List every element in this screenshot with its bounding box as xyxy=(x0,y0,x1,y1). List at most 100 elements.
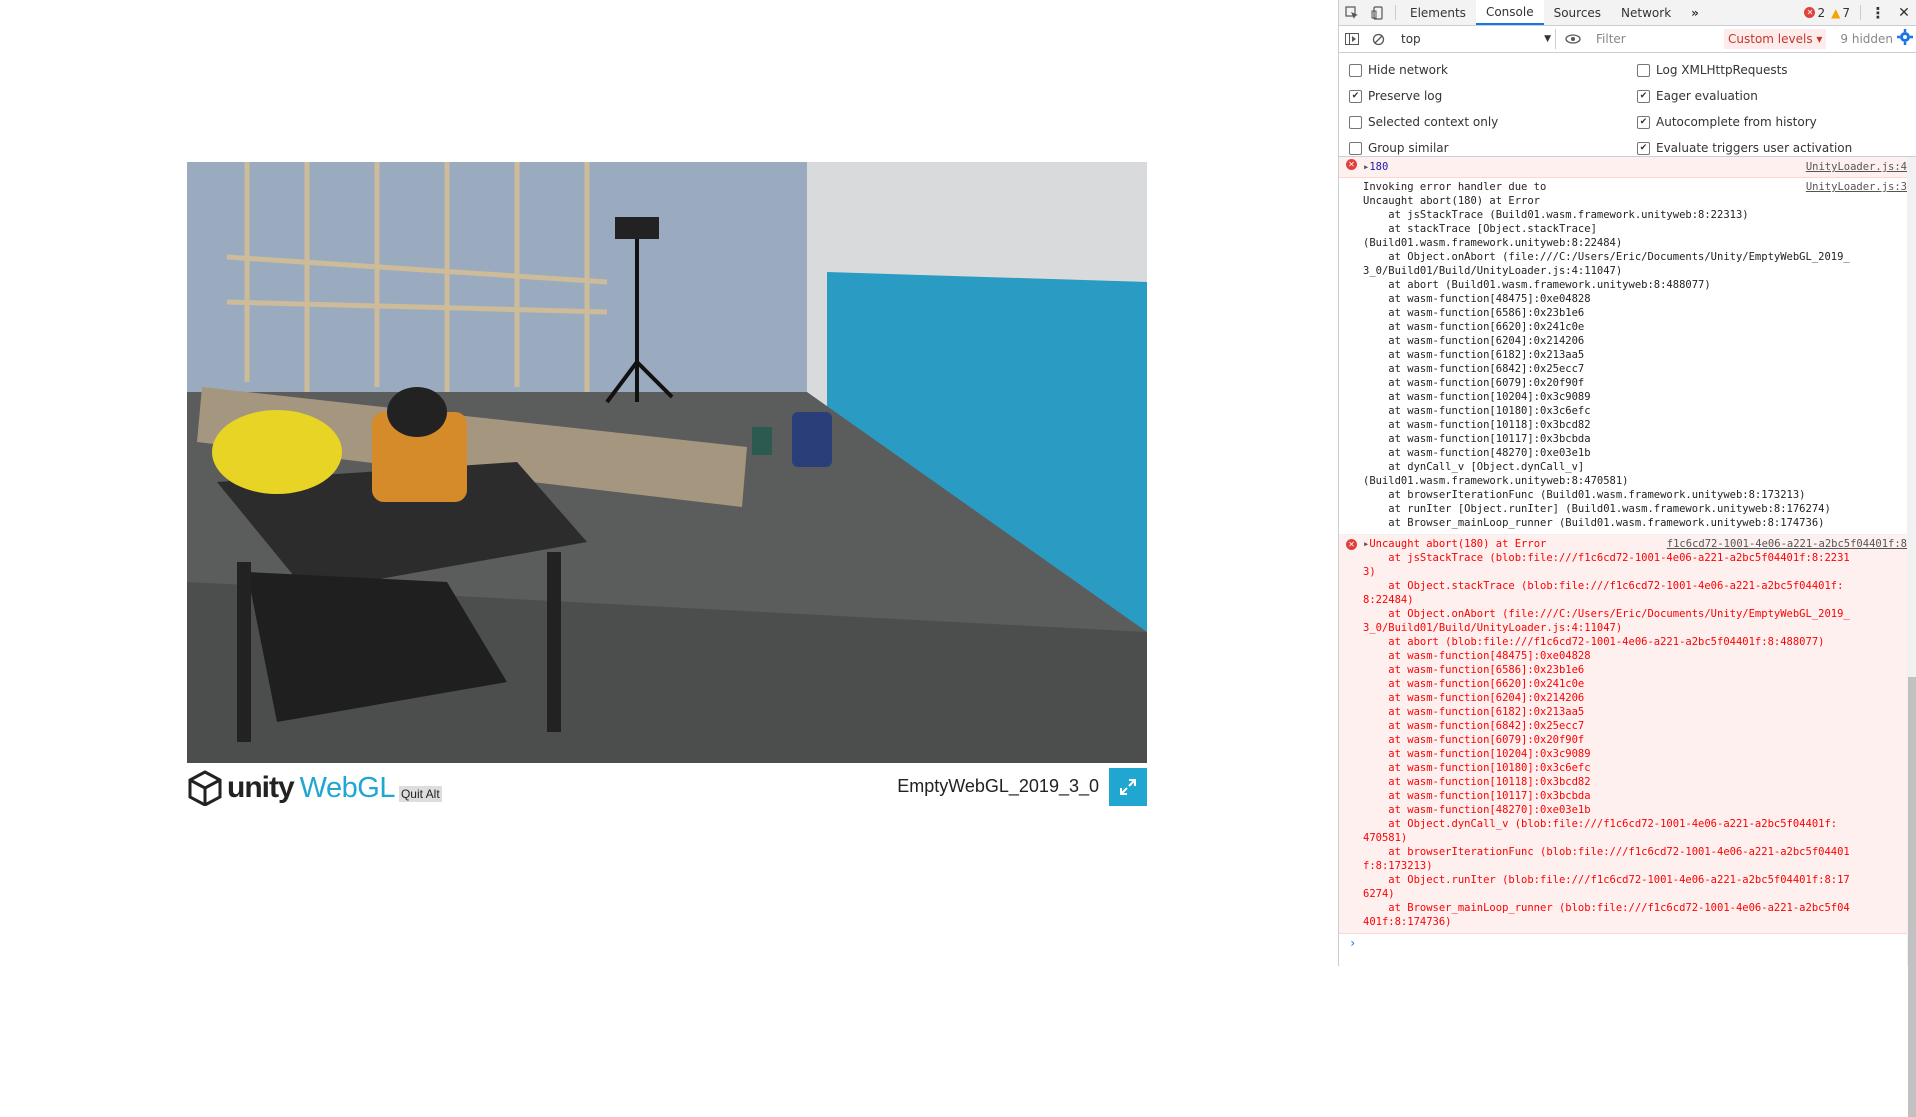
logo-unity-text: unity xyxy=(227,771,295,804)
stack-trace-line: at wasm-function[6079]:0x20f90f xyxy=(1363,734,1585,746)
stack-trace-line: 3) xyxy=(1363,566,1376,578)
checkbox[interactable]: ✔ xyxy=(1349,89,1362,103)
fullscreen-button[interactable] xyxy=(1109,768,1147,806)
stack-trace-line: at runIter [Object.runIter] (Build01.was… xyxy=(1363,503,1831,515)
stack-trace-line: at abort (blob:file:///f1c6cd72-1001-4e0… xyxy=(1363,636,1825,648)
option-label: Selected context only xyxy=(1368,115,1499,129)
stack-trace-line: at Object.stackTrace (blob:file:///f1c6c… xyxy=(1363,580,1844,592)
console-output[interactable]: ✕ ▸180 UnityLoader.js:4 UnityLoader.js:3… xyxy=(1339,157,1907,966)
game-title: EmptyWebGL_2019_3_0 xyxy=(897,776,1099,796)
option-label: Hide network xyxy=(1368,63,1448,77)
warning-counter[interactable]: ▲ 7 xyxy=(1831,6,1850,20)
error-icon: ✕ xyxy=(1346,159,1357,170)
error-counter[interactable]: ✕ 2 xyxy=(1804,6,1825,20)
stack-trace-line: at abort (Build01.wasm.framework.unitywe… xyxy=(1363,279,1711,291)
stack-trace-line: at jsStackTrace (blob:file:///f1c6cd72-1… xyxy=(1363,552,1850,564)
game-scene xyxy=(187,162,1147,763)
stack-trace: at jsStackTrace (blob:file:///f1c6cd72-1… xyxy=(1339,551,1907,929)
hidden-count: 9 hidden xyxy=(1840,32,1894,46)
quit-alt-label: Quit Alt xyxy=(398,786,442,802)
warning-icon: ▲ xyxy=(1831,5,1841,20)
stack-trace-line: at wasm-function[10204]:0x3c9089 xyxy=(1363,391,1591,403)
stack-trace-line: at wasm-function[6620]:0x241c0e xyxy=(1363,678,1585,690)
option-selected-context-only[interactable]: Selected context only xyxy=(1349,115,1498,129)
stack-trace-line: at wasm-function[10117]:0x3bcbda xyxy=(1363,790,1591,802)
option-log-xmlhttprequests[interactable]: Log XMLHttpRequests xyxy=(1637,63,1788,77)
stack-trace-line: at Object.dynCall_v (blob:file:///f1c6cd… xyxy=(1363,818,1838,830)
sidebar-toggle-icon[interactable] xyxy=(1339,33,1365,45)
stack-trace-line: at wasm-function[10180]:0x3c6efc xyxy=(1363,762,1591,774)
console-error-message[interactable]: ✕ ▸180 UnityLoader.js:4 xyxy=(1339,157,1907,178)
option-label: Eager evaluation xyxy=(1656,89,1758,103)
stack-trace-line: 3_0/Build01/Build/UnityLoader.js:4:11047… xyxy=(1363,622,1623,634)
option-eager-evaluation[interactable]: ✔ Eager evaluation xyxy=(1637,89,1758,103)
tab-sources[interactable]: Sources xyxy=(1544,0,1611,25)
stack-trace-line: (Build01.wasm.framework.unityweb:8:47058… xyxy=(1363,475,1629,487)
tab-separator xyxy=(1395,5,1396,20)
stack-trace: Invoking error handler due to Uncaught ab… xyxy=(1339,180,1907,530)
console-toolbar: top ▼ Custom levels ▾ 9 hidden xyxy=(1339,26,1916,53)
inspect-element-icon[interactable] xyxy=(1339,0,1365,25)
stack-trace-line: 3_0/Build01/Build/UnityLoader.js:4:11047… xyxy=(1363,265,1623,277)
filter-input[interactable] xyxy=(1592,30,1720,48)
stack-trace-line: 6274) xyxy=(1363,888,1395,900)
tab-network[interactable]: Network xyxy=(1611,0,1681,25)
option-group-similar[interactable]: Group similar xyxy=(1349,141,1449,155)
option-hide-network[interactable]: Hide network xyxy=(1349,63,1448,77)
log-levels-dropdown[interactable]: Custom levels ▾ xyxy=(1724,29,1827,49)
stack-trace-line: at wasm-function[6204]:0x214206 xyxy=(1363,692,1585,704)
checkbox[interactable]: ✔ xyxy=(1637,89,1650,103)
stack-trace-line: f:8:173213) xyxy=(1363,860,1433,872)
stack-trace-line: at wasm-function[6842]:0x25ecc7 xyxy=(1363,363,1585,375)
option-autocomplete-from-history[interactable]: ✔ Autocomplete from history xyxy=(1637,115,1817,129)
stack-trace-line: at wasm-function[48475]:0xe04828 xyxy=(1363,293,1591,305)
dropdown-arrow-icon: ▼ xyxy=(1544,34,1551,44)
stack-trace-line: at jsStackTrace (Build01.wasm.framework.… xyxy=(1363,209,1749,221)
stack-trace-line: at wasm-function[6182]:0x213aa5 xyxy=(1363,706,1585,718)
source-link[interactable]: f1c6cd72-1001-4e06-a221-a2bc5f04401f:8 xyxy=(1667,537,1907,551)
stack-trace-line: at wasm-function[48475]:0xe04828 xyxy=(1363,650,1591,662)
live-expression-eye-icon[interactable] xyxy=(1560,34,1586,44)
stack-trace-line: at wasm-function[6586]:0x23b1e6 xyxy=(1363,664,1585,676)
stack-trace-line: at Browser_mainLoop_runner (blob:file://… xyxy=(1363,902,1850,914)
source-link[interactable]: UnityLoader.js:4 xyxy=(1806,157,1907,177)
message-text: Uncaught abort(180) at Error xyxy=(1369,538,1547,550)
error-count: 2 xyxy=(1817,5,1826,20)
stack-trace-line: Uncaught abort(180) at Error xyxy=(1363,195,1541,207)
stack-trace-line: at wasm-function[6620]:0x241c0e xyxy=(1363,321,1585,333)
option-evaluate-triggers-user-activation[interactable]: ✔ Evaluate triggers user activation xyxy=(1637,141,1852,155)
scrollbar-thumb[interactable] xyxy=(1908,677,1916,1117)
stack-trace-line: at wasm-function[10204]:0x3c9089 xyxy=(1363,748,1591,760)
checkbox[interactable] xyxy=(1637,63,1650,77)
option-preserve-log[interactable]: ✔ Preserve log xyxy=(1349,89,1442,103)
error-icon: ✕ xyxy=(1804,7,1816,18)
tab-console[interactable]: Console xyxy=(1475,0,1544,25)
stack-trace-line: 8:22484) xyxy=(1363,594,1414,606)
checkbox[interactable] xyxy=(1349,141,1362,155)
clear-console-icon[interactable] xyxy=(1365,33,1391,46)
device-toolbar-icon[interactable] xyxy=(1365,0,1391,25)
stack-trace-line: at wasm-function[48270]:0xe03e1b xyxy=(1363,447,1591,459)
stack-trace-line: at wasm-function[10118]:0x3bcd82 xyxy=(1363,419,1591,431)
expand-icon xyxy=(1120,779,1136,795)
unity-webgl-logo: unity WebGL Quit Alt xyxy=(187,768,442,808)
console-error-message[interactable]: ✕ ▸Uncaught abort(180) at Error f1c6cd72… xyxy=(1339,535,1907,934)
source-link[interactable]: UnityLoader.js:3 xyxy=(1806,180,1907,194)
console-settings-gear-icon[interactable] xyxy=(1897,29,1913,48)
warning-count: 7 xyxy=(1842,5,1850,20)
kebab-menu-icon[interactable]: ⋮ xyxy=(1865,4,1891,22)
tab-elements[interactable]: Elements xyxy=(1400,0,1476,25)
console-prompt[interactable]: › xyxy=(1339,934,1907,952)
checkbox[interactable] xyxy=(1349,115,1362,129)
console-log-message[interactable]: UnityLoader.js:3 Invoking error handler … xyxy=(1339,178,1907,535)
unity-canvas[interactable] xyxy=(187,162,1147,763)
checkbox[interactable]: ✔ xyxy=(1637,141,1650,155)
checkbox[interactable] xyxy=(1349,63,1362,77)
close-icon[interactable]: ✕ xyxy=(1891,5,1916,21)
checkbox[interactable]: ✔ xyxy=(1637,115,1650,129)
console-scrollbar[interactable] xyxy=(1907,157,1916,1117)
option-label: Preserve log xyxy=(1368,89,1443,103)
more-tabs-icon[interactable]: » xyxy=(1681,0,1709,25)
context-selector[interactable]: top ▼ xyxy=(1397,29,1556,49)
webpage: unity WebGL Quit Alt EmptyWebGL_2019_3_0 xyxy=(0,0,1338,966)
